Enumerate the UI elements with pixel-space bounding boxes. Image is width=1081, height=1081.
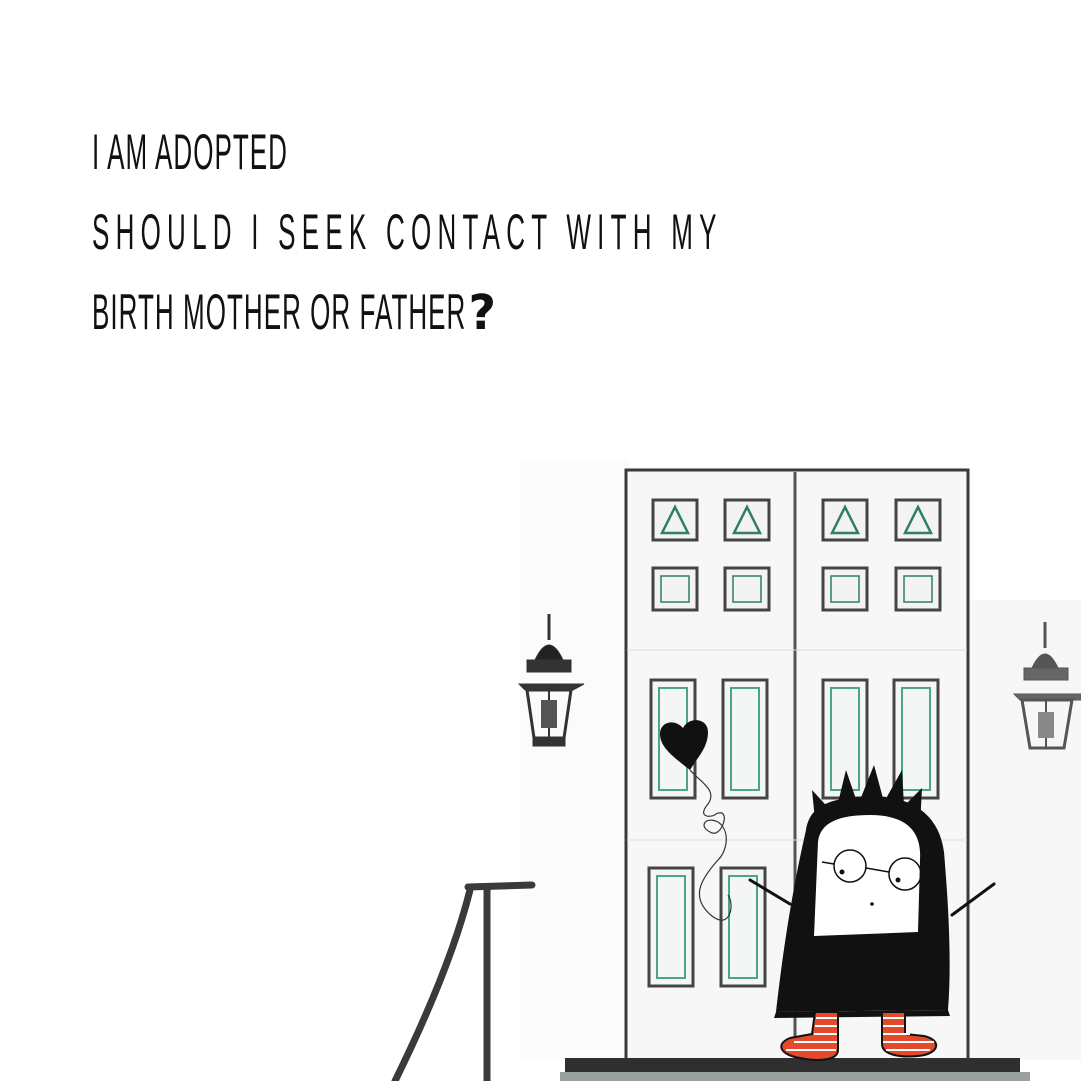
handrail-icon	[391, 881, 536, 1081]
door-step	[565, 1058, 1020, 1072]
wall-left	[520, 460, 630, 1060]
door-scene-illustration	[391, 460, 1081, 1081]
sidewalk	[560, 1072, 1030, 1081]
